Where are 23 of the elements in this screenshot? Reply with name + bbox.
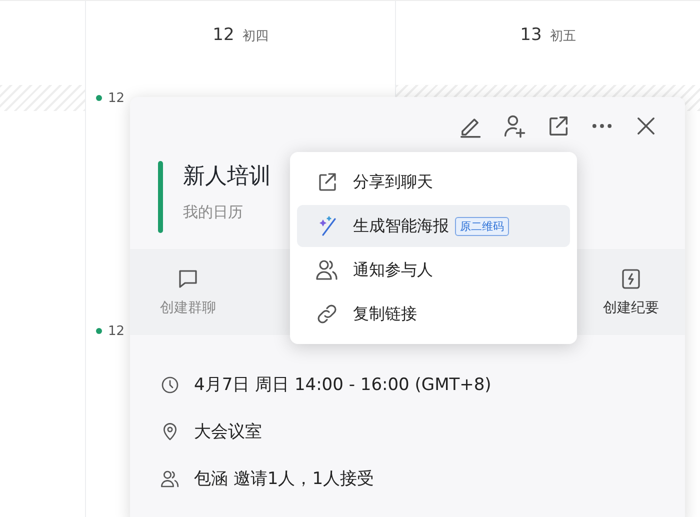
- menu-item[interactable]: 复制链接: [297, 293, 570, 335]
- event-time: 4月7日 周日 14:00 - 16:00 (GMT+8): [194, 374, 492, 396]
- event-time: 12: [108, 324, 125, 338]
- clock-icon: [160, 374, 180, 394]
- lunar-date: 初四: [242, 28, 268, 45]
- calendar-name: 我的日历: [183, 203, 244, 222]
- day-number: 13: [520, 25, 542, 45]
- menu-item[interactable]: 通知参与人: [297, 249, 570, 291]
- day-number: 12: [212, 25, 234, 45]
- event-location: 大会议室: [194, 421, 262, 443]
- event-attendees: 包涵 邀请1人，1人接受: [194, 468, 374, 490]
- create-notes-button[interactable]: 创建纪要: [603, 267, 659, 317]
- chat-bubble-icon: [176, 267, 200, 291]
- people-icon: [160, 468, 180, 488]
- tag: 原二维码: [455, 216, 509, 236]
- link-icon: [315, 302, 339, 326]
- event-title: 新人培训: [183, 163, 271, 191]
- notes-icon: [619, 267, 643, 291]
- menu-item[interactable]: 分享到聊天: [297, 161, 570, 203]
- lunar-date: 初五: [550, 28, 576, 45]
- menu-item[interactable]: 生成智能海报 原二维码: [297, 205, 570, 247]
- event-time: 12: [108, 90, 125, 106]
- people-icon: [315, 258, 339, 282]
